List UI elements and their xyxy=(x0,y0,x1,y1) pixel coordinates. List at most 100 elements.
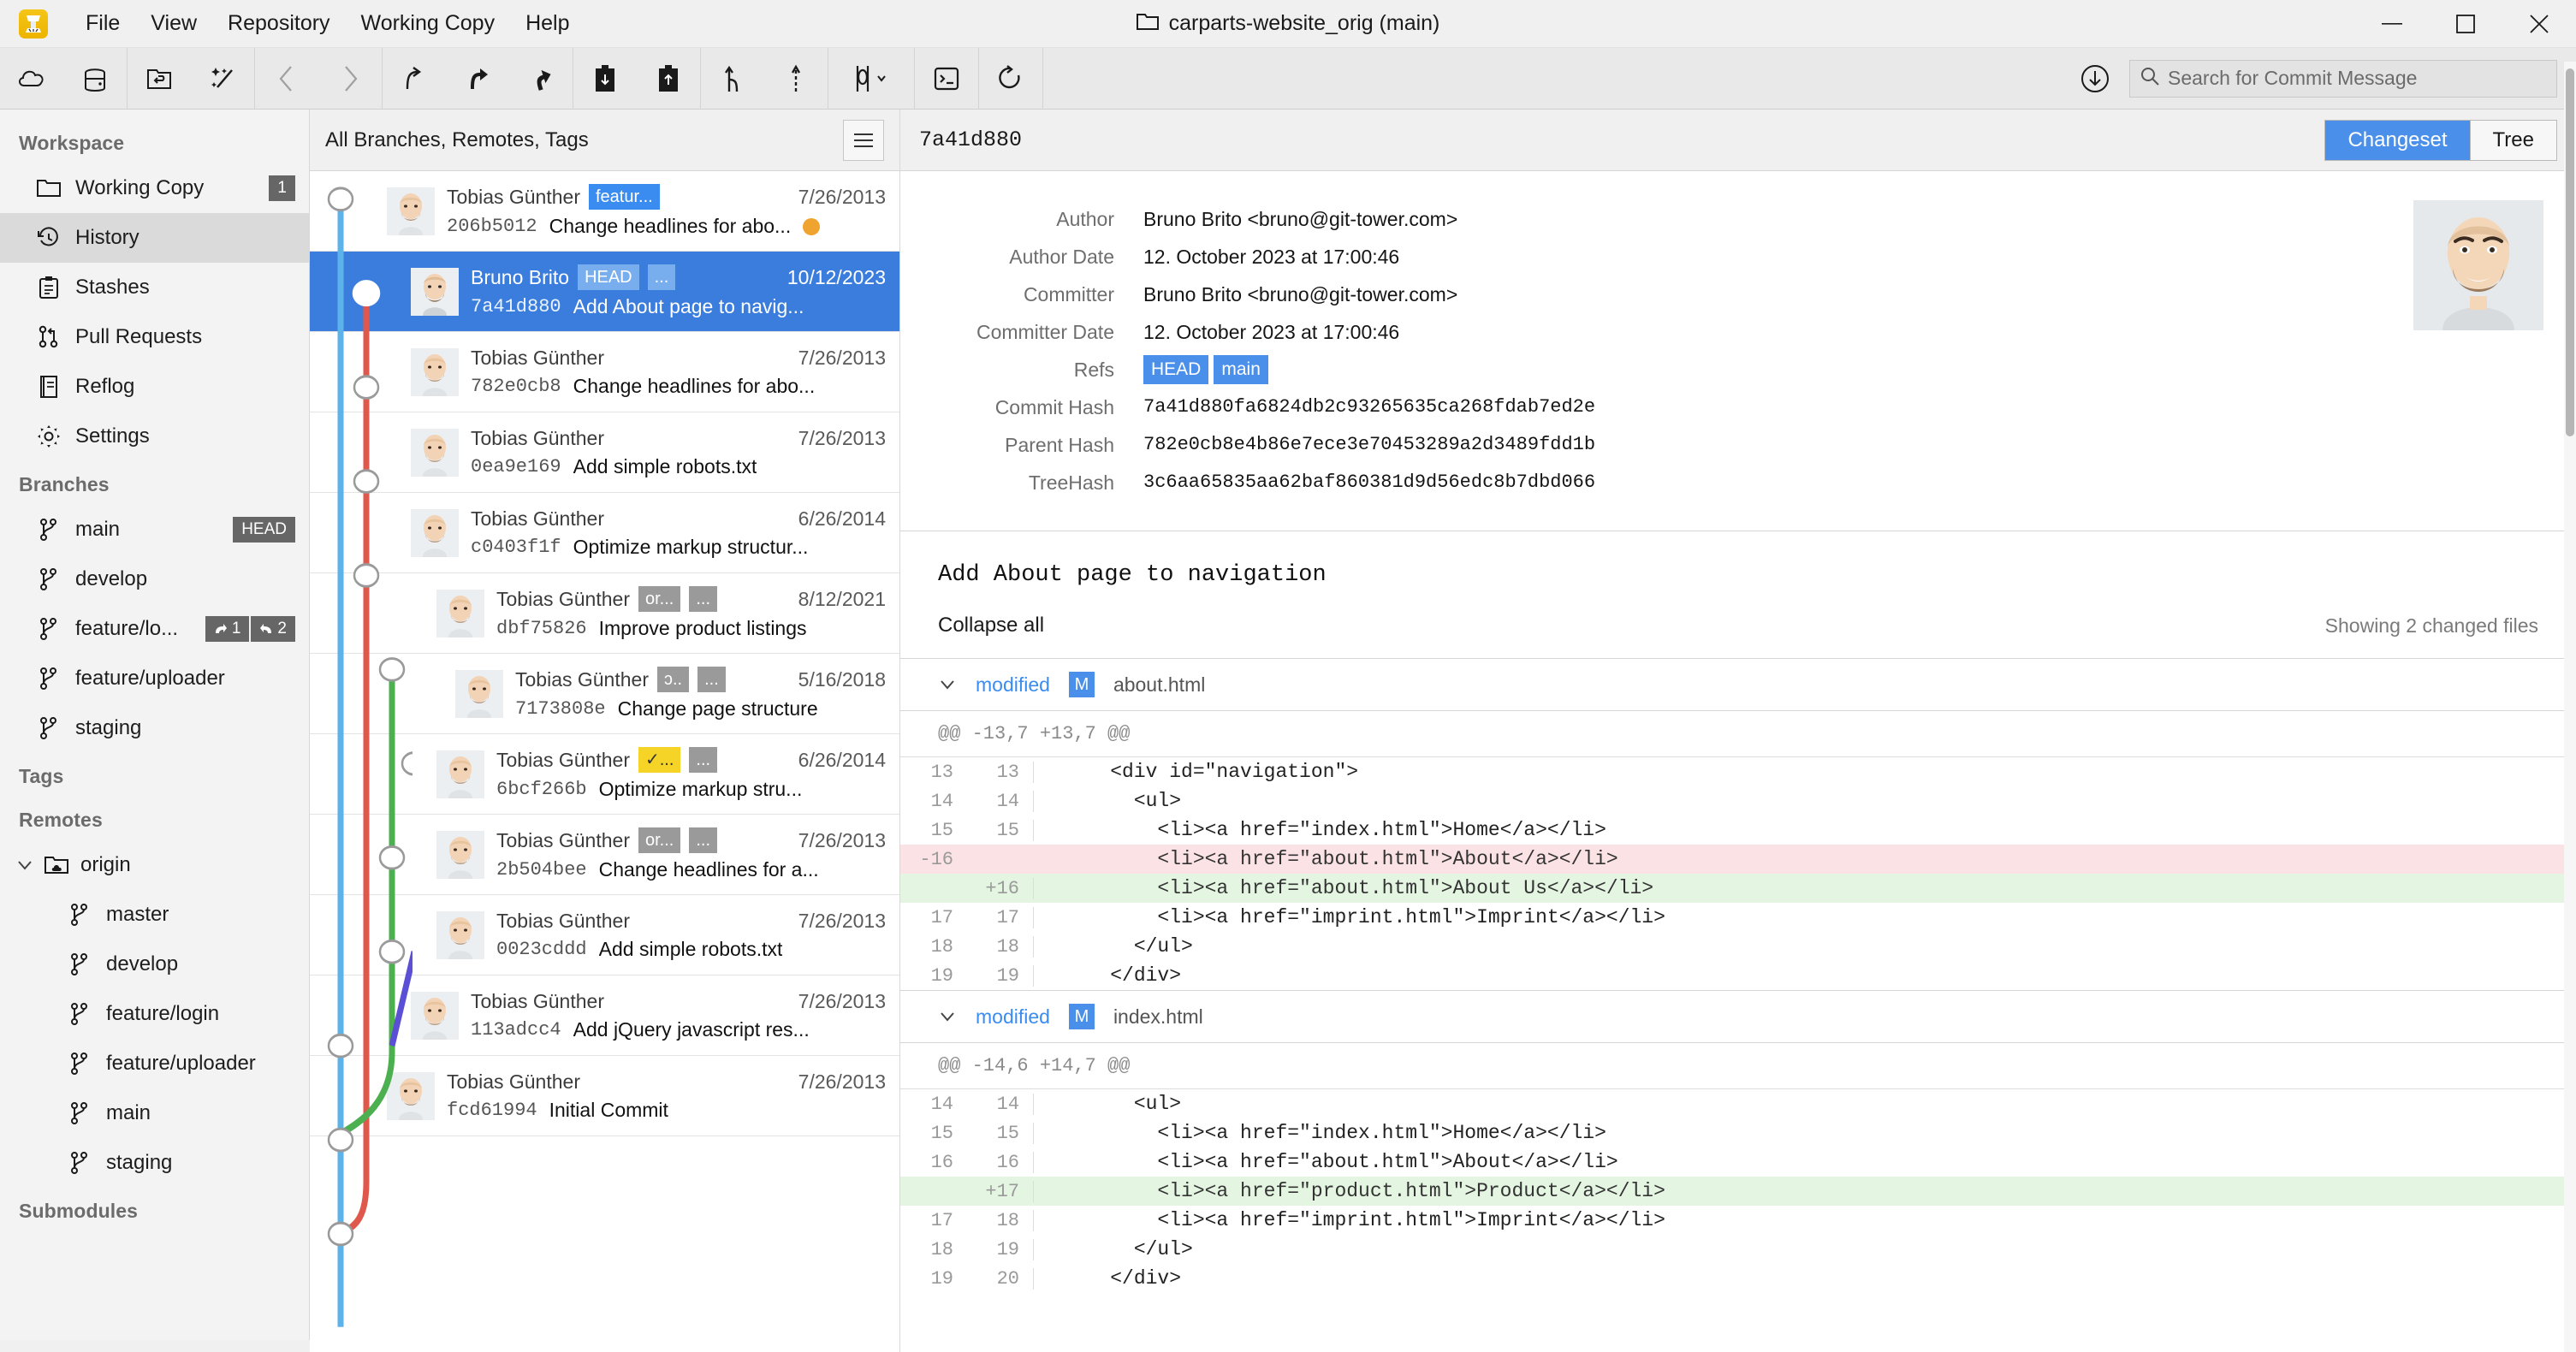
tab-tree[interactable]: Tree xyxy=(2470,120,2556,160)
file-name: about.html xyxy=(1113,673,1206,696)
table-row[interactable]: Tobias Günther 6/26/2014 c0403f1f Optimi… xyxy=(310,493,899,573)
meta-value-refs: HEAD main xyxy=(1143,351,2388,388)
commit-cell: Tobias Günther ✓... ... 6/26/2014 6bcf26… xyxy=(484,747,899,801)
chevron-left-icon[interactable] xyxy=(255,48,318,110)
sidebar-remote-branch-master[interactable]: master xyxy=(0,890,309,940)
download-circle-icon[interactable] xyxy=(2073,56,2117,101)
maximize-icon[interactable] xyxy=(2429,0,2502,48)
hamburger-icon[interactable] xyxy=(843,119,884,161)
search-input[interactable] xyxy=(2168,67,2546,90)
sidebar-item-reflog[interactable]: Reflog xyxy=(0,362,309,412)
detail-vertical-scrollbar[interactable] xyxy=(2564,62,2576,1352)
merge-dropdown-icon[interactable] xyxy=(828,48,914,110)
sidebar-remote-branch-feature-uploader[interactable]: feature/uploader xyxy=(0,1039,309,1088)
close-icon[interactable] xyxy=(2502,0,2576,48)
commit-hash: dbf75826 xyxy=(496,618,587,639)
table-row[interactable]: Tobias Günther 7/26/2013 782e0cb8 Change… xyxy=(310,332,899,412)
table-row[interactable]: Tobias Günther 7/26/2013 fcd61994 Initia… xyxy=(310,1056,899,1136)
table-row[interactable]: Tobias Günther ✓... ... 6/26/2014 6bcf26… xyxy=(310,734,899,815)
sidebar-remote-branch-main[interactable]: main xyxy=(0,1088,309,1138)
table-row[interactable]: Tobias Günther 7/26/2013 113adcc4 Add jQ… xyxy=(310,975,899,1056)
sidebar-remote-branch-staging[interactable]: staging xyxy=(0,1138,309,1188)
tower-app-icon xyxy=(19,9,48,39)
menu-file[interactable]: File xyxy=(70,8,135,39)
clipboard-icon xyxy=(36,276,62,299)
diff-file-header[interactable]: modified M about.html xyxy=(900,658,2576,711)
sidebar-item-pull-requests[interactable]: Pull Requests xyxy=(0,312,309,362)
sidebar-item-settings[interactable]: Settings xyxy=(0,412,309,461)
clipboard-up-icon[interactable] xyxy=(637,48,700,110)
sidebar-item-history[interactable]: History xyxy=(0,213,309,263)
drive-icon[interactable] xyxy=(63,48,127,110)
toolbar-group-branch-tag xyxy=(701,47,828,110)
diff-view[interactable]: modified M about.html @@ -13,7 +13,7 @@ … xyxy=(900,658,2576,1352)
menu-working-copy[interactable]: Working Copy xyxy=(346,8,511,39)
commit-message: Add simple robots.txt xyxy=(598,937,783,960)
table-row[interactable]: Tobias Günther or... ... 8/12/2021 dbf75… xyxy=(310,573,899,654)
menu-repository[interactable]: Repository xyxy=(212,8,346,39)
sidebar-section-submodules-title: Submodules xyxy=(19,1200,139,1222)
ref-badge-head: HEAD xyxy=(1143,355,1209,384)
sidebar-horizontal-scrollbar[interactable] xyxy=(0,1340,310,1352)
commit-date: 6/26/2014 xyxy=(798,507,886,530)
chevron-down-icon[interactable] xyxy=(938,1011,957,1023)
cloud-icon[interactable] xyxy=(0,48,63,110)
table-row[interactable]: Bruno Brito HEAD ... 10/12/2023 7a41d880… xyxy=(310,252,899,332)
table-row[interactable]: Tobias Günther 7/26/2013 0ea9e169 Add si… xyxy=(310,412,899,493)
clipboard-down-icon[interactable] xyxy=(573,48,637,110)
commit-cell: Tobias Günther 7/26/2013 113adcc4 Add jQ… xyxy=(459,990,899,1041)
diff-line: 18 18 </ul> xyxy=(900,932,2576,961)
chevron-down-icon[interactable] xyxy=(938,679,957,691)
commit-hash: 206b5012 xyxy=(447,216,537,237)
sidebar-item-label: Settings xyxy=(75,424,150,448)
main-toolbar xyxy=(0,47,2576,110)
sidebar-branch-feature-login[interactable]: feature/lo... 1 2 xyxy=(0,604,309,654)
menu-view[interactable]: View xyxy=(135,8,212,39)
table-row[interactable]: Tobias Günther featur... 7/26/2013 206b5… xyxy=(310,171,899,252)
tab-changeset[interactable]: Changeset xyxy=(2325,120,2471,160)
meta-value-committer-date: 12. October 2023 at 17:00:46 xyxy=(1143,321,1400,343)
meta-key-committer: Committer xyxy=(1023,283,1114,305)
table-row[interactable]: Tobias Günther or... ... 7/26/2013 2b504… xyxy=(310,815,899,895)
chevron-down-icon[interactable] xyxy=(15,859,34,871)
table-row[interactable]: Tobias Günther 7/26/2013 0023cddd Add si… xyxy=(310,895,899,975)
old-line-number: 18 xyxy=(930,1238,953,1260)
new-line-number: 14 xyxy=(967,790,1034,812)
sidebar-branch-staging[interactable]: staging xyxy=(0,703,309,753)
commit-list[interactable]: Tobias Günther featur... 7/26/2013 206b5… xyxy=(310,171,899,1352)
fetch-arrow-icon[interactable] xyxy=(383,48,446,110)
sidebar-remote-branch-feature-login[interactable]: feature/login xyxy=(0,989,309,1039)
sidebar-remote-branch-develop[interactable]: develop xyxy=(0,940,309,989)
sidebar-remote-origin[interactable]: origin xyxy=(0,840,309,890)
refresh-icon[interactable] xyxy=(979,48,1042,110)
push-arrow-icon[interactable] xyxy=(509,48,573,110)
search-commit-message-box[interactable] xyxy=(2129,59,2557,98)
folder-undo-icon[interactable] xyxy=(128,48,191,110)
ahead-behind-badges: 1 2 xyxy=(205,616,295,642)
terminal-icon[interactable] xyxy=(915,48,978,110)
commit-ref-badge: ... xyxy=(689,747,718,773)
commit-message-text: Add About page to navigation xyxy=(938,562,1327,588)
new-line-number: +17 xyxy=(967,1180,1034,1202)
sidebar-item-label: Reflog xyxy=(75,375,135,398)
table-row[interactable]: Tobias Günther ɔ.. ... 5/16/2018 7173808… xyxy=(310,654,899,734)
code-text: <li><a href="index.html">Home</a></li> xyxy=(1063,819,1606,841)
chevron-right-icon[interactable] xyxy=(318,48,382,110)
commit-author: Tobias Günther xyxy=(496,748,630,771)
commit-cell: Tobias Günther ɔ.. ... 5/16/2018 7173808… xyxy=(503,667,899,720)
minimize-icon[interactable] xyxy=(2355,0,2429,48)
sidebar-branch-feature-uploader[interactable]: feature/uploader xyxy=(0,654,309,703)
menu-help[interactable]: Help xyxy=(510,8,585,39)
tag-pin-icon[interactable] xyxy=(764,48,828,110)
pull-arrow-icon[interactable] xyxy=(446,48,509,110)
branch-icon[interactable] xyxy=(701,48,764,110)
sidebar-item-working-copy[interactable]: Working Copy 1 xyxy=(0,163,309,213)
magic-wand-icon[interactable] xyxy=(191,48,254,110)
avatar xyxy=(387,187,435,235)
collapse-all-button[interactable]: Collapse all xyxy=(938,614,1044,637)
diff-file-header[interactable]: modified M index.html xyxy=(900,990,2576,1043)
branch-filter-label[interactable]: All Branches, Remotes, Tags xyxy=(325,128,589,152)
sidebar-branch-develop[interactable]: develop xyxy=(0,554,309,604)
sidebar-item-stashes[interactable]: Stashes xyxy=(0,263,309,312)
sidebar-branch-main[interactable]: main HEAD xyxy=(0,505,309,554)
